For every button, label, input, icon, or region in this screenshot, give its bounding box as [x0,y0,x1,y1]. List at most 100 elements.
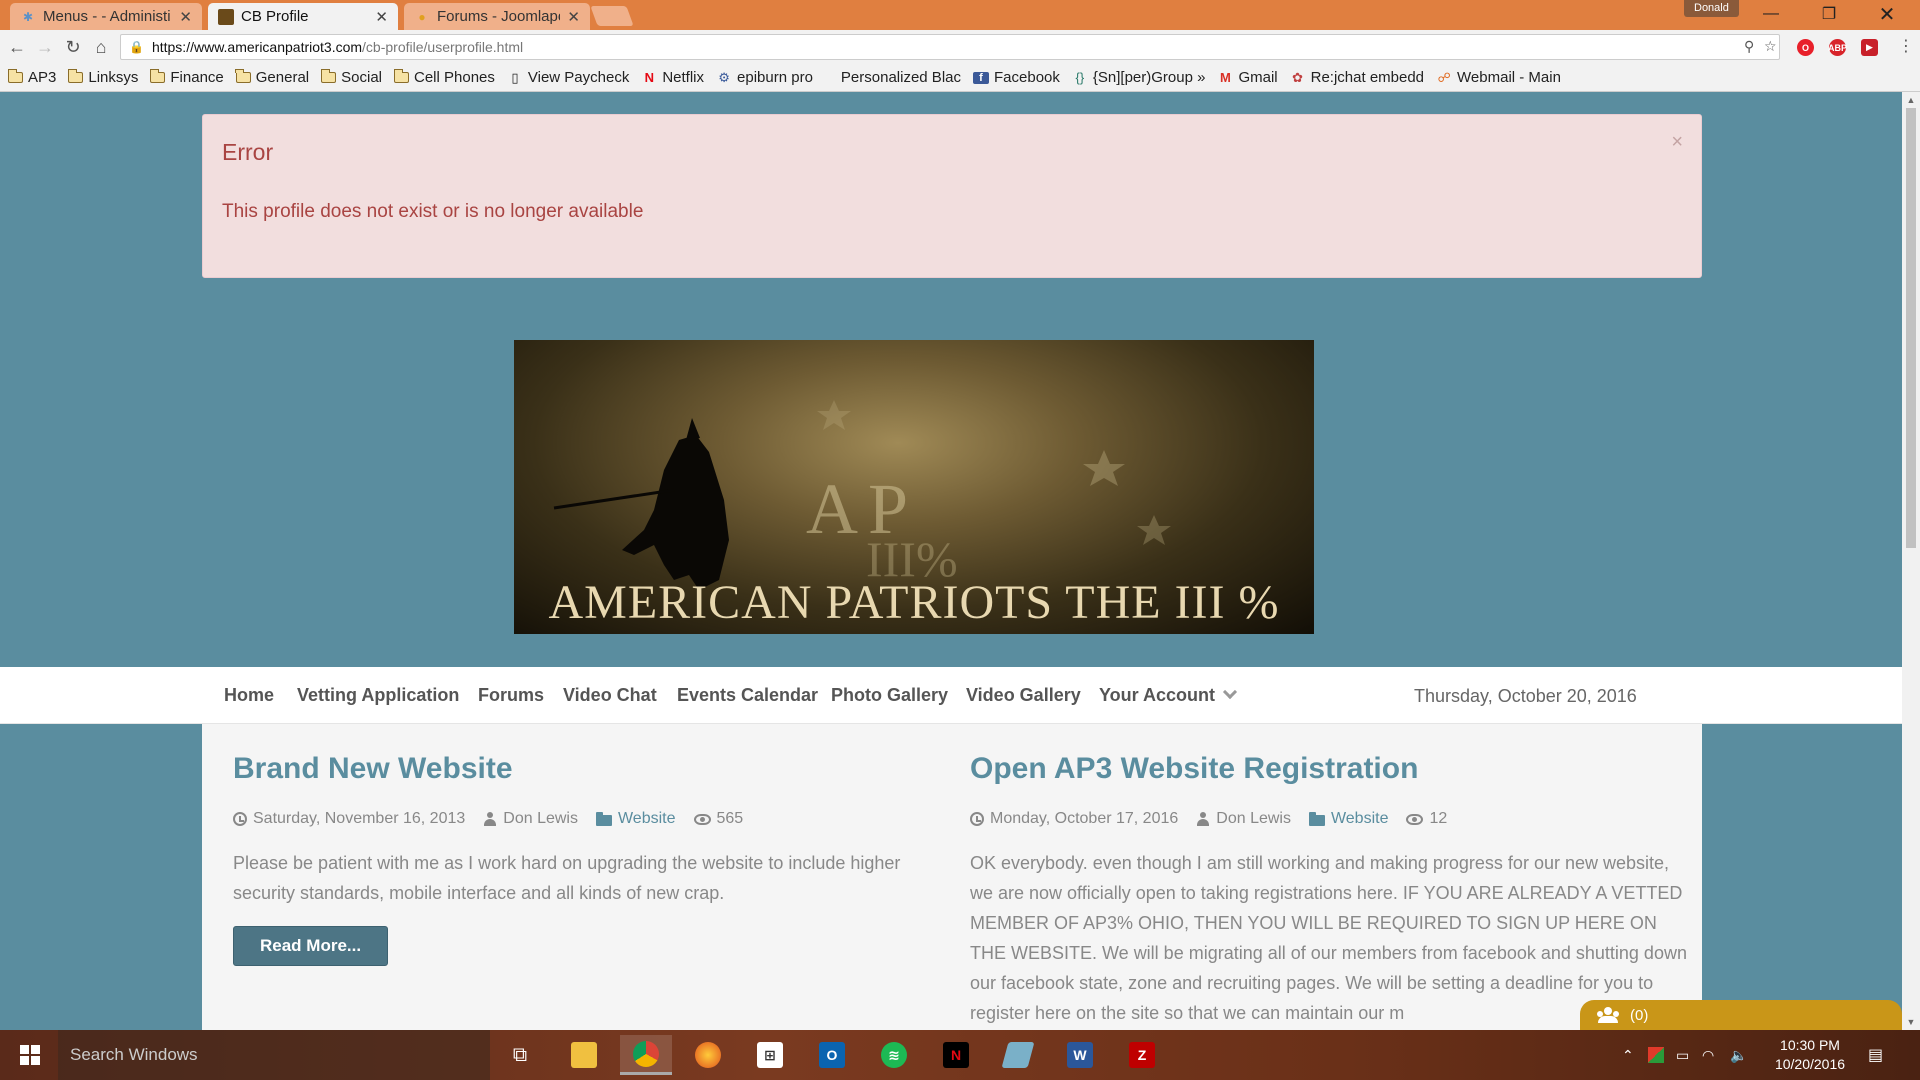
bookmark-folder[interactable]: General [235,69,309,86]
close-tab-icon[interactable]: ✕ [375,8,388,26]
start-button[interactable] [0,1030,60,1080]
spotify-icon: ≋ [881,1042,907,1068]
clock-date: 10/20/2016 [1774,1056,1846,1072]
nav-item-events-calendar[interactable]: Events Calendar [677,685,818,706]
bookmark-link[interactable]: ▯ View Paycheck [507,69,629,86]
home-icon[interactable]: ⌂ [88,34,114,60]
article-date: Saturday, November 16, 2013 [253,810,466,827]
folder-icon [7,69,23,83]
bookmark-link[interactable]: {} {Sn][per)Group » [1072,69,1206,86]
clock-icon [970,812,984,826]
scroll-thumb[interactable] [1906,108,1916,548]
folder-open-icon [1308,811,1325,826]
bookmark-link[interactable]: M Gmail [1217,69,1278,86]
close-tab-icon[interactable]: ✕ [179,8,192,26]
new-tab-button[interactable] [590,6,634,26]
chevron-down-icon [1222,684,1238,700]
taskbar-word[interactable]: W [1054,1035,1106,1075]
action-center-icon[interactable]: ▤ [1868,1030,1883,1080]
chrome-menu-icon[interactable]: ⋮ [1898,36,1914,56]
taskbar-outlook[interactable]: O [806,1035,858,1075]
taskbar-netflix[interactable]: N [930,1035,982,1075]
bookmark-link[interactable]: ☍ Webmail - Main [1436,69,1561,86]
reload-icon[interactable]: ↻ [60,34,86,60]
bookmark-folder[interactable]: Finance [149,69,224,86]
page-icon: ▯ [511,69,519,85]
nav-item-home[interactable]: Home [224,685,274,706]
nav-item-video-gallery[interactable]: Video Gallery [966,685,1081,706]
bookmark-link[interactable]: f Facebook [973,69,1060,86]
article-category[interactable]: Website [1331,810,1389,828]
taskbar-spotify[interactable]: ≋ [868,1035,920,1075]
scroll-down-icon[interactable]: ▼ [1902,1014,1920,1030]
task-view-button[interactable]: ⧉ [494,1035,546,1075]
read-more-button[interactable]: Read More... [233,926,389,966]
taskbar-notes[interactable] [992,1035,1044,1075]
article-title[interactable]: Open AP3 Website Registration [970,752,1690,786]
nav-item-video-chat[interactable]: Video Chat [563,685,657,706]
scroll-up-icon[interactable]: ▲ [1902,92,1920,108]
bookmark-link[interactable]: Personalized Blac [841,69,961,86]
close-tab-icon[interactable]: ✕ [567,8,580,26]
battery-icon[interactable]: ▭ [1676,1030,1689,1080]
taskbar-search[interactable]: Search Windows [58,1030,490,1080]
bookmark-label: Social [341,69,382,86]
page-scrollbar[interactable]: ▲ ▼ [1902,92,1920,1030]
bookmark-folder[interactable]: Linksys [67,69,138,86]
nav-item-your-account[interactable]: Your Account [1099,684,1238,706]
profile-badge[interactable]: Donald [1684,0,1739,17]
tab-menus-administrator[interactable]: ✱ Menus - - Administi ✕ [10,3,202,30]
tab-label: Menus - - Administi [43,8,171,25]
bookmark-star-icon[interactable]: ☆ [1764,38,1777,55]
bookmark-link[interactable]: ⚙ epiburn pro [716,69,813,86]
folder-icon [393,69,409,83]
bookmark-folder[interactable]: Social [320,69,382,86]
windows-logo-icon [20,1045,40,1065]
youtube-extension-icon[interactable]: ▶ [1861,39,1878,56]
folder-icon [149,69,166,83]
word-icon: W [1067,1042,1093,1068]
nav-item-forums[interactable]: Forums [478,685,544,706]
volume-icon[interactable]: 🔈 [1730,1030,1747,1080]
forward-arrow-icon[interactable]: → [32,34,58,60]
article-title[interactable]: Brand New Website [233,752,953,786]
restore-icon[interactable]: ❐ [1804,0,1854,28]
article-date: Monday, October 17, 2016 [990,810,1179,827]
tab-cb-profile[interactable]: CB Profile ✕ [208,3,398,30]
eye-icon [693,813,711,825]
clock-icon [233,812,247,826]
nav-item-photo-gallery[interactable]: Photo Gallery [831,685,948,706]
wifi-icon[interactable]: ◠ [1702,1030,1714,1080]
taskbar-chrome[interactable] [620,1035,672,1075]
tray-overflow-icon[interactable]: ⌃ [1622,1030,1634,1080]
chat-widget[interactable]: (0) [1580,1000,1902,1030]
back-arrow-icon[interactable]: ← [4,34,30,60]
taskbar-file-explorer[interactable] [558,1035,610,1075]
bookmark-label: Gmail [1238,69,1278,86]
tray-app-icon[interactable] [1648,1030,1664,1080]
taskbar-filezilla[interactable]: Z [1116,1035,1168,1075]
address-bar[interactable]: 🔒 https://www.americanpatriot3.com/cb-pr… [120,34,1780,60]
webmail-icon: ☍ [1437,69,1451,85]
article-category[interactable]: Website [618,810,676,828]
adblock-icon[interactable]: ABP [1828,39,1847,56]
store-icon: ⊞ [757,1042,783,1068]
taskbar-store[interactable]: ⊞ [744,1035,796,1075]
article-author: Don Lewis [503,810,578,827]
bookmark-folder[interactable]: Cell Phones [393,69,495,86]
chat-count: (0) [1630,1006,1649,1024]
bookmark-folder[interactable]: AP3 [7,69,56,86]
bookmark-link[interactable]: ✿ Re:jchat embedd [1290,69,1424,86]
nav-date: Thursday, October 20, 2016 [1414,686,1637,706]
close-window-icon[interactable]: ✕ [1862,0,1912,28]
bookmark-link[interactable]: N Netflix [641,69,704,86]
tab-forums-joomlapolis[interactable]: ● Forums - Joomlapol ✕ [404,3,590,30]
taskbar-firefox[interactable] [682,1035,734,1075]
nav-item-vetting-application[interactable]: Vetting Application [297,685,459,706]
firefox-icon [695,1042,721,1068]
opera-extension-icon[interactable]: O [1797,39,1814,56]
zoom-icon[interactable]: ⚲ [1744,38,1754,55]
close-alert-icon[interactable]: × [1671,131,1683,154]
minimize-icon[interactable]: — [1746,0,1796,28]
taskbar-clock[interactable]: 10:30 PM 10/20/2016 [1770,1036,1850,1074]
